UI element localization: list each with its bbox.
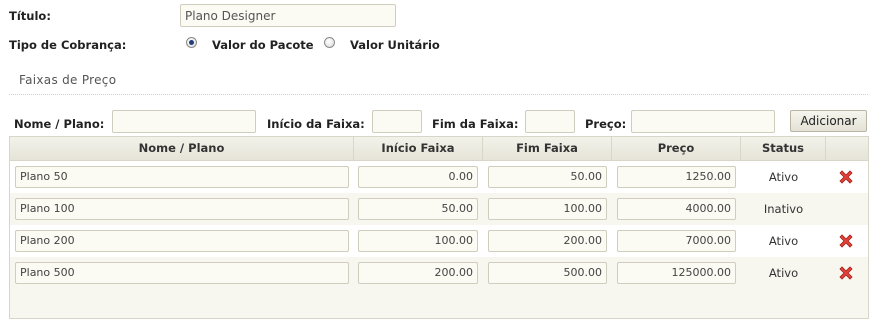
col-fim-faixa[interactable]: Fim Faixa: [483, 137, 612, 160]
radio-valor-unitario[interactable]: [324, 37, 335, 48]
radio-valor-unitario-label[interactable]: Valor Unitário: [350, 38, 440, 52]
cell-status: Ativo: [768, 234, 799, 248]
col-status[interactable]: Status: [741, 137, 826, 160]
table-header: Nome / Plano Início Faixa Fim Faixa Preç…: [10, 137, 868, 161]
col-nome-plano[interactable]: Nome / Plano: [10, 137, 354, 160]
cell-fim[interactable]: 50.00: [488, 166, 607, 188]
nome-plano-label: Nome / Plano:: [14, 117, 105, 131]
cell-status: Ativo: [768, 170, 799, 184]
cell-nome[interactable]: Plano 100: [15, 198, 349, 220]
fim-faixa-input[interactable]: [525, 110, 575, 133]
section-divider: [9, 94, 868, 95]
preco-input[interactable]: [631, 110, 775, 133]
cell-status: Inativo: [763, 202, 804, 216]
cell-nome[interactable]: Plano 500: [15, 262, 349, 284]
section-title: Faixas de Preço: [19, 73, 117, 87]
cell-nome[interactable]: Plano 200: [15, 230, 349, 252]
delete-icon[interactable]: [837, 168, 855, 186]
cell-preco[interactable]: 1250.00: [617, 166, 736, 188]
delete-icon[interactable]: [837, 232, 855, 250]
cell-preco[interactable]: 7000.00: [617, 230, 736, 252]
col-preco[interactable]: Preço: [612, 137, 741, 160]
cell-inicio[interactable]: 50.00: [358, 198, 478, 220]
cell-preco[interactable]: 4000.00: [617, 198, 736, 220]
fim-faixa-label: Fim da Faixa:: [432, 117, 519, 131]
col-actions: [826, 137, 868, 160]
inicio-faixa-input[interactable]: [372, 110, 422, 133]
cell-preco[interactable]: 125000.00: [617, 262, 736, 284]
col-inicio-faixa[interactable]: Início Faixa: [354, 137, 483, 160]
preco-label: Preço:: [585, 117, 627, 131]
table-row: Plano 200 100.00 200.00 7000.00 Ativo: [10, 225, 868, 257]
table-row: Plano 100 50.00 100.00 4000.00 Inativo: [10, 193, 868, 225]
radio-valor-pacote[interactable]: [186, 37, 197, 48]
table-row: Plano 500 200.00 500.00 125000.00 Ativo: [10, 257, 868, 289]
faixas-table: Nome / Plano Início Faixa Fim Faixa Preç…: [9, 136, 869, 319]
cell-nome[interactable]: Plano 50: [15, 166, 349, 188]
cell-fim[interactable]: 500.00: [488, 262, 607, 284]
radio-valor-pacote-label[interactable]: Valor do Pacote: [212, 38, 314, 52]
nome-plano-input[interactable]: [112, 110, 256, 133]
titulo-label: Título:: [9, 9, 51, 23]
cell-fim[interactable]: 100.00: [488, 198, 607, 220]
delete-icon[interactable]: [837, 264, 855, 282]
cell-inicio[interactable]: 0.00: [358, 166, 478, 188]
titulo-input[interactable]: [180, 4, 396, 27]
tipo-cobranca-label: Tipo de Cobrança:: [9, 38, 127, 52]
cell-inicio[interactable]: 200.00: [358, 262, 478, 284]
cell-fim[interactable]: 200.00: [488, 230, 607, 252]
cell-status: Ativo: [768, 266, 799, 280]
adicionar-button[interactable]: Adicionar: [790, 110, 867, 132]
table-row: Plano 50 0.00 50.00 1250.00 Ativo: [10, 161, 868, 193]
inicio-faixa-label: Início da Faixa:: [267, 117, 365, 131]
cell-inicio[interactable]: 100.00: [358, 230, 478, 252]
